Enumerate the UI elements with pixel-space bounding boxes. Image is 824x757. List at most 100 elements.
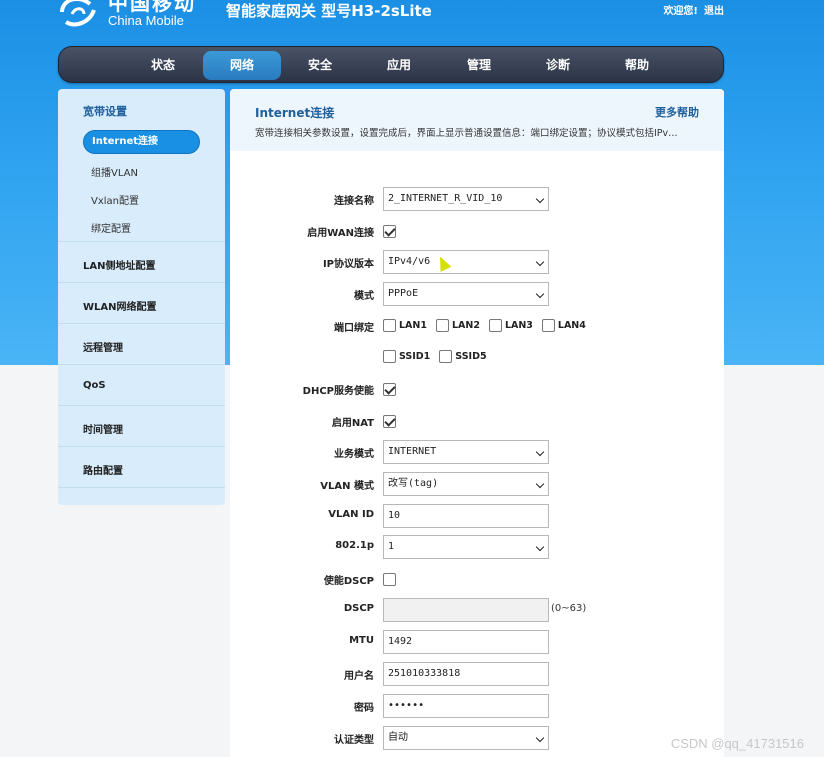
sidebar-row-qos: QoS [58,365,225,406]
mode-select[interactable]: PPPoE [383,282,549,306]
chevron-down-icon [535,194,545,204]
row-ssid-binding: SSID1 SSID5 [230,345,724,369]
sidebar-head-broadband[interactable]: 宽带设置 [83,103,127,119]
sidebar-item-vxlan[interactable]: Vxlan配置 [91,192,139,207]
row-auth-type: 认证类型 自动 [230,726,724,750]
dscp-enable-checkbox[interactable] [383,572,396,586]
row-dscp-enable: 使能DSCP [230,567,724,591]
more-help-link[interactable]: 更多帮助 [655,104,699,120]
sidebar-item-multicast-vlan[interactable]: 组播VLAN [91,164,138,179]
dscp-input[interactable] [383,598,549,622]
logo-cn-text: 中国移动 [108,0,196,15]
lan4-checkbox[interactable] [541,319,555,332]
label-auth-type: 认证类型 [334,735,374,746]
lan2-label: LAN2 [451,320,480,331]
ssid1-checkbox[interactable] [383,350,396,363]
label-nat: 启用NAT [331,418,374,429]
lan1-label: LAN1 [399,320,427,331]
lan3-label: LAN3 [504,320,533,331]
row-service-mode: 业务模式 INTERNET [230,440,724,464]
row-dscp: DSCP (0~63) [230,598,724,622]
ssid5-label: SSID5 [455,351,487,362]
panel-title: Internet连接 [255,106,335,120]
label-username: 用户名 [344,671,374,682]
ssid5-checkbox[interactable] [439,350,453,363]
chevron-down-icon [535,733,545,743]
sidebar-row-wlan: WLAN网络配置 [58,283,225,324]
service-mode-select[interactable]: INTERNET [383,440,549,464]
label-dscp: DSCP [343,603,374,614]
label-dscp-enable: 使能DSCP [323,576,374,587]
dscp-hint: (0~63) [551,603,587,614]
row-ip-version: IP协议版本 IPv4/v6 [230,250,724,274]
row-dhcp: DHCP服务使能 [230,377,724,401]
sidebar-row-remote: 远程管理 [58,324,225,365]
sidebar: 宽带设置 Internet连接 组播VLAN Vxlan配置 绑定配置 LAN侧… [58,89,225,505]
dhcp-checkbox[interactable] [383,382,396,396]
nav-diagnosis[interactable]: 诊断 [519,51,597,80]
sidebar-row-route: 路由配置 [58,447,225,488]
conn-name-select[interactable]: 2_INTERNET_R_VID_10 [383,187,549,211]
sidebar-item-time[interactable]: 时间管理 [83,421,123,436]
row-conn-name: 连接名称 2_INTERNET_R_VID_10 [230,187,724,211]
chevron-down-icon [535,289,545,299]
ssid1-label: SSID1 [399,351,431,362]
panel-header: Internet连接 更多帮助 宽带连接相关参数设置，设置完成后，界面上显示普通… [230,89,724,151]
gateway-title: 智能家庭网关 型号H3-2sLite [226,2,432,20]
nav-status[interactable]: 状态 [124,51,202,80]
row-enable-wan: 启用WAN连接 [230,219,724,243]
auth-type-value: 自动 [388,732,408,743]
row-vlan-mode: VLAN 模式 改写(tag) [230,472,724,496]
china-mobile-logo: 中国移动 China Mobile [56,0,196,32]
auth-type-select[interactable]: 自动 [383,726,549,750]
sidebar-item-remote[interactable]: 远程管理 [83,339,123,354]
label-ip-version: IP协议版本 [322,259,374,270]
sidebar-item-internet[interactable]: Internet连接 [83,130,200,154]
sidebar-row-time: 时间管理 [58,406,225,447]
chevron-down-icon [535,257,545,267]
sidebar-item-route[interactable]: 路由配置 [83,462,123,477]
password-input[interactable]: •••••• [383,694,549,718]
vlan-id-input[interactable]: 10 [383,504,549,528]
vlan-mode-select[interactable]: 改写(tag) [383,472,549,496]
mode-value: PPPoE [388,288,419,299]
lan1-checkbox[interactable] [383,319,396,332]
label-enable-wan: 启用WAN连接 [307,228,374,239]
label-dhcp: DHCP服务使能 [302,386,374,397]
lan3-checkbox[interactable] [488,319,502,332]
label-service-mode: 业务模式 [334,449,374,460]
lan2-checkbox[interactable] [435,319,449,332]
label-mtu: MTU [349,635,374,646]
label-vlan-mode: VLAN 模式 [320,481,374,492]
nav-security[interactable]: 安全 [281,51,359,80]
conn-name-value: 2_INTERNET_R_VID_10 [388,193,503,204]
sidebar-item-binding[interactable]: 绑定配置 [91,220,131,235]
enable-wan-checkbox[interactable] [383,224,396,238]
logout-link[interactable]: 退出 [704,2,724,17]
label-password: 密码 [354,703,374,714]
watermark: CSDN @qq_41731516 [670,736,804,751]
sidebar-item-qos[interactable]: QoS [83,380,106,391]
username-input[interactable]: 251010333818 [383,662,549,686]
row-password: 密码 •••••• [230,694,724,718]
ip-version-select[interactable]: IPv4/v6 [383,250,549,274]
dot1p-select[interactable]: 1 [383,535,549,559]
row-port-binding: 端口绑定 LAN1 LAN2 LAN3 LAN4 [230,314,724,338]
nav-network[interactable]: 网络 [203,51,281,80]
mtu-input[interactable]: 1492 [383,630,549,654]
ip-version-value: IPv4/v6 [388,256,431,267]
user-links: 欢迎您! 退出 [663,2,724,17]
vlan-mode-value: 改写(tag) [388,478,439,489]
row-username: 用户名 251010333818 [230,662,724,686]
nav-help[interactable]: 帮助 [598,51,676,80]
nav-management[interactable]: 管理 [440,51,518,80]
sidebar-item-lan[interactable]: LAN侧地址配置 [83,257,155,272]
logo-mark-icon [56,0,100,32]
sidebar-item-wlan[interactable]: WLAN网络配置 [83,298,157,313]
nav-application[interactable]: 应用 [360,51,438,80]
nat-checkbox[interactable] [383,414,396,428]
panel-description: 宽带连接相关参数设置，设置完成后，界面上显示普通设置信息：端口绑定设置；协议模式… [255,128,678,139]
dot1p-value: 1 [388,541,395,552]
chevron-down-icon [535,479,545,489]
row-nat: 启用NAT [230,409,724,433]
